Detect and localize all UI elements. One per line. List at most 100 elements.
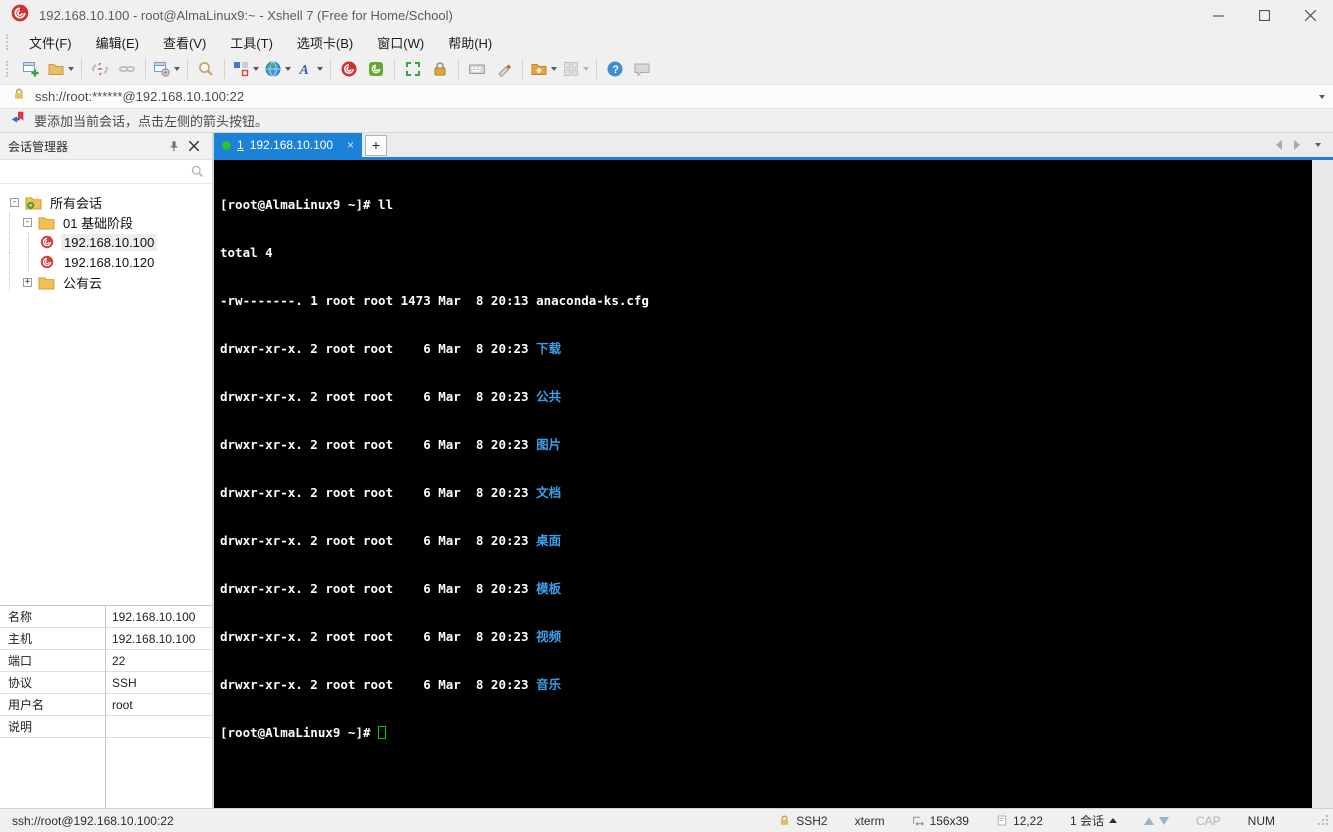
menu-drag-handle[interactable]	[6, 34, 11, 50]
screen-size-icon	[912, 816, 924, 826]
folder-icon	[37, 274, 55, 290]
toolbar-drag-handle[interactable]	[6, 61, 11, 77]
session-manager-panel: 会话管理器 - 所有会话 - 01 基础阶段 192.168.10.100 19…	[0, 133, 214, 808]
svg-text:A: A	[299, 63, 309, 78]
menu-bar: 文件(F) 编辑(E) 查看(V) 工具(T) 选项卡(B) 窗口(W) 帮助(…	[0, 30, 1333, 54]
info-message: 要添加当前会话，点击左侧的箭头按钮。	[34, 114, 269, 129]
status-session-count[interactable]: 1 会话	[1070, 812, 1117, 829]
address-url[interactable]: ssh://root:******@192.168.10.100:22	[35, 89, 1307, 104]
property-row-protocol: 协议 SSH	[0, 672, 212, 694]
layout-icon[interactable]	[230, 56, 261, 82]
tab-close-icon[interactable]: ×	[347, 138, 354, 152]
terminal-scrollbar[interactable]	[1312, 160, 1333, 808]
tree-item-session-120[interactable]: 192.168.10.120	[0, 252, 212, 272]
tree-item-folder-cloud[interactable]: + 公有云	[0, 272, 212, 292]
property-row-name: 名称 192.168.10.100	[0, 606, 212, 628]
status-cursor-position: 12,22	[996, 814, 1043, 828]
new-tab-button[interactable]: +	[365, 134, 387, 156]
collapse-icon[interactable]: -	[23, 217, 32, 227]
new-file-icon[interactable]	[528, 56, 559, 82]
lock-icon[interactable]	[427, 56, 453, 82]
toolbar: A ?	[0, 54, 1333, 84]
session-manager-header: 会话管理器	[0, 133, 212, 160]
close-button[interactable]	[1287, 0, 1333, 30]
session-icon	[38, 254, 56, 270]
menu-view[interactable]: 查看(V)	[151, 30, 218, 55]
tree-item-folder-basic[interactable]: - 01 基础阶段	[0, 212, 212, 232]
property-row-description: 说明	[0, 716, 212, 738]
address-bar: ssh://root:******@192.168.10.100:22	[0, 84, 1333, 109]
title-bar: 192.168.10.100 - root@AlmaLinux9:~ - Xsh…	[0, 0, 1333, 30]
find-icon[interactable]	[193, 56, 219, 82]
status-caps-lock: CAP	[1195, 813, 1221, 828]
collapse-icon[interactable]: -	[10, 197, 19, 207]
status-encryption: SSH2	[778, 814, 828, 828]
disconnect-icon[interactable]	[87, 56, 113, 82]
terminal-pane: 1 192.168.10.100 × + [root@AlmaLinux9 ~]…	[214, 133, 1333, 808]
scroll-tabs-left-icon[interactable]	[1276, 140, 1282, 150]
font-icon[interactable]: A	[294, 56, 325, 82]
open-folder-icon[interactable]	[45, 56, 76, 82]
tab-label: 192.168.10.100	[249, 138, 334, 152]
tab-list-dropdown-icon[interactable]	[1315, 143, 1321, 147]
window-title: 192.168.10.100 - root@AlmaLinux9:~ - Xsh…	[39, 7, 453, 23]
address-lock-icon	[12, 87, 26, 106]
status-screen-size: 156x39	[912, 814, 969, 828]
session-properties-table: 名称 192.168.10.100 主机 192.168.10.100 端口 2…	[0, 605, 212, 808]
terminal-screen[interactable]: [root@AlmaLinux9 ~]# ll total 4 -rw-----…	[214, 160, 1312, 808]
scroll-up-icon[interactable]	[1143, 816, 1154, 825]
xftp-icon[interactable]	[363, 56, 389, 82]
search-icon[interactable]	[190, 164, 205, 184]
address-dropdown-icon[interactable]	[1319, 94, 1325, 99]
maximize-button[interactable]	[1241, 0, 1287, 30]
tab-index: 1	[237, 138, 244, 152]
virtual-keyboard-icon[interactable]	[464, 56, 490, 82]
tile-windows-icon[interactable]	[560, 56, 591, 82]
menu-tools[interactable]: 工具(T)	[218, 30, 285, 55]
app-icon	[10, 3, 30, 28]
highlight-icon[interactable]	[491, 56, 517, 82]
cursor-position-icon	[997, 815, 1007, 826]
property-row-port: 端口 22	[0, 650, 212, 672]
close-panel-icon[interactable]	[184, 136, 204, 156]
status-scroll-arrows	[1143, 816, 1169, 825]
minimize-button[interactable]	[1195, 0, 1241, 30]
session-properties-icon[interactable]	[151, 56, 182, 82]
expand-icon[interactable]: +	[23, 277, 32, 287]
session-list-icon[interactable]	[1108, 818, 1117, 823]
status-num-lock: NUM	[1247, 813, 1275, 828]
property-row-host: 主机 192.168.10.100	[0, 628, 212, 650]
ssh2-lock-icon	[781, 815, 789, 825]
tree-item-all-sessions[interactable]: - 所有会话	[0, 192, 212, 212]
session-search-row	[0, 160, 212, 184]
add-session-flag-icon	[10, 110, 26, 131]
menu-file[interactable]: 文件(F)	[17, 30, 84, 55]
status-bar: ssh://root@192.168.10.100:22 SSH2 xterm …	[0, 808, 1333, 832]
connected-status-icon	[222, 140, 231, 150]
pin-icon[interactable]	[164, 136, 184, 156]
web-icon[interactable]	[262, 56, 293, 82]
menu-tab[interactable]: 选项卡(B)	[285, 30, 365, 55]
new-session-icon[interactable]	[18, 56, 44, 82]
session-tree: - 所有会话 - 01 基础阶段 192.168.10.100 192.168.…	[0, 184, 212, 605]
tree-item-session-100[interactable]: 192.168.10.100	[0, 232, 212, 252]
menu-window[interactable]: 窗口(W)	[365, 30, 436, 55]
scroll-down-icon[interactable]	[1158, 816, 1169, 825]
property-row-username: 用户名 root	[0, 694, 212, 716]
resize-grip[interactable]	[1316, 813, 1329, 829]
fullscreen-icon[interactable]	[400, 56, 426, 82]
xshell-window: 192.168.10.100 - root@AlmaLinux9:~ - Xsh…	[0, 0, 1333, 832]
menu-help[interactable]: 帮助(H)	[436, 30, 504, 55]
feedback-icon[interactable]	[629, 56, 655, 82]
reconnect-icon[interactable]	[114, 56, 140, 82]
scroll-tabs-right-icon[interactable]	[1294, 140, 1300, 150]
help-icon[interactable]: ?	[602, 56, 628, 82]
session-filter-input[interactable]	[0, 160, 212, 183]
menu-edit[interactable]: 编辑(E)	[84, 30, 151, 55]
tab-session-100[interactable]: 1 192.168.10.100 ×	[214, 133, 362, 157]
session-manager-title: 会话管理器	[8, 139, 69, 154]
status-terminal-type[interactable]: xterm	[855, 814, 885, 828]
session-icon	[38, 234, 56, 250]
tab-bar: 1 192.168.10.100 × +	[214, 133, 1333, 157]
xshell-icon[interactable]	[336, 56, 362, 82]
